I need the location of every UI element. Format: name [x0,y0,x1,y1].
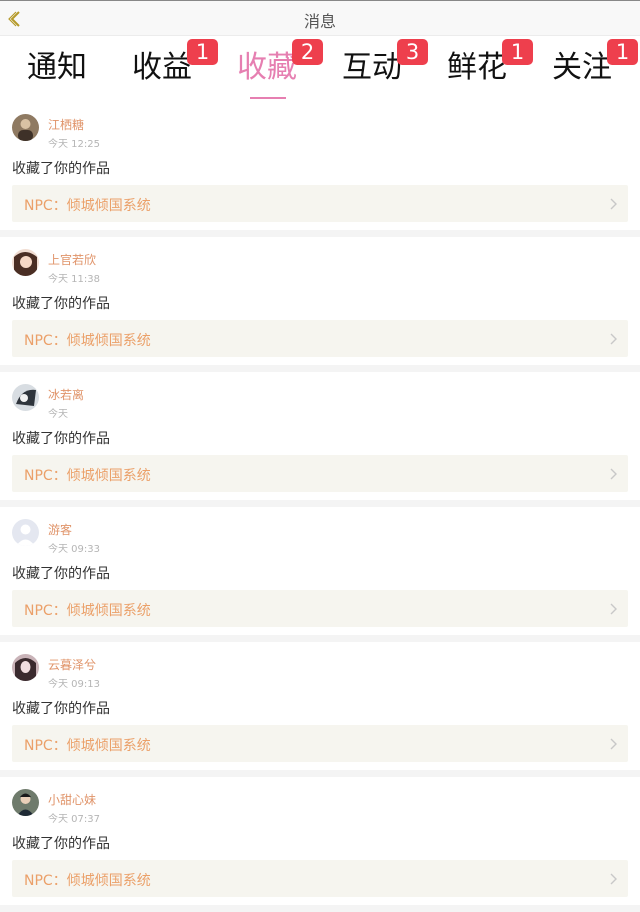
avatar[interactable] [12,384,39,411]
tab-notifications[interactable]: 通知 [4,49,110,87]
timestamp: 今天 07:37 [48,814,100,825]
tab-badge: 1 [607,39,638,65]
avatar[interactable] [12,789,39,816]
active-tab-indicator [250,97,286,99]
tab-label: 收益 [132,50,192,85]
action-text: 收藏了你的作品 [12,566,110,582]
tab-interactions[interactable]: 互动 3 [319,39,428,87]
timestamp: 今天 09:33 [48,544,100,555]
tab-label: 收藏 [237,50,297,85]
message-item: 上官若欣 今天 11:38 收藏了你的作品 NPC：倾城倾国系统 [0,237,640,372]
work-title: NPC：倾城倾国系统 [24,198,151,214]
chevron-right-icon [610,333,617,345]
tab-follows[interactable]: 关注 1 [529,39,638,87]
username[interactable]: 小甜心妹 [48,791,96,808]
chevron-right-icon [610,468,617,480]
action-text: 收藏了你的作品 [12,431,110,447]
tab-label: 互动 [342,50,402,85]
message-item: 江栖糖 今天 12:25 收藏了你的作品 NPC：倾城倾国系统 [0,102,640,237]
tab-label: 鲜花 [447,50,507,85]
username[interactable]: 游客 [48,521,72,538]
tab-label: 通知 [27,50,87,85]
avatar[interactable] [12,114,39,141]
work-link[interactable]: NPC：倾城倾国系统 [12,320,628,357]
chevron-right-icon [610,738,617,750]
username[interactable]: 上官若欣 [48,251,96,268]
chevron-right-icon [610,198,617,210]
username[interactable]: 江栖糖 [48,116,84,133]
work-link[interactable]: NPC：倾城倾国系统 [12,860,628,897]
work-link[interactable]: NPC：倾城倾国系统 [12,725,628,762]
avatar[interactable] [12,249,39,276]
message-item: 小甜心妹 今天 07:37 收藏了你的作品 NPC：倾城倾国系统 [0,777,640,912]
default-avatar-icon[interactable] [12,519,39,546]
tab-favorites[interactable]: 收藏 2 [214,39,323,87]
top-bar: 消息 [0,0,640,36]
tab-bar: 通知 收益 1 收藏 2 互动 3 鲜花 1 关注 1 [0,37,640,102]
avatar[interactable] [12,654,39,681]
tab-earnings[interactable]: 收益 1 [109,39,218,87]
message-item: 冰若离 今天 收藏了你的作品 NPC：倾城倾国系统 [0,372,640,507]
timestamp: 今天 11:38 [48,274,100,285]
chevron-right-icon [610,603,617,615]
chevron-right-icon [610,873,617,885]
work-title: NPC：倾城倾国系统 [24,873,151,889]
work-title: NPC：倾城倾国系统 [24,603,151,619]
work-title: NPC：倾城倾国系统 [24,738,151,754]
action-text: 收藏了你的作品 [12,836,110,852]
message-item: 云暮泽兮 今天 09:13 收藏了你的作品 NPC：倾城倾国系统 [0,642,640,777]
message-list: 江栖糖 今天 12:25 收藏了你的作品 NPC：倾城倾国系统 上官若欣 今天 … [0,102,640,912]
page-title: 消息 [303,12,336,31]
action-text: 收藏了你的作品 [12,701,110,717]
action-text: 收藏了你的作品 [12,161,110,177]
timestamp: 今天 12:25 [48,139,100,150]
work-link[interactable]: NPC：倾城倾国系统 [12,590,628,627]
timestamp: 今天 [48,409,68,420]
tab-label: 关注 [552,50,612,85]
tab-flowers[interactable]: 鲜花 1 [424,39,533,87]
username[interactable]: 云暮泽兮 [48,656,96,673]
timestamp: 今天 09:13 [48,679,100,690]
action-text: 收藏了你的作品 [12,296,110,312]
message-item: 游客 今天 09:33 收藏了你的作品 NPC：倾城倾国系统 [0,507,640,642]
work-title: NPC：倾城倾国系统 [24,333,151,349]
work-link[interactable]: NPC：倾城倾国系统 [12,455,628,492]
work-title: NPC：倾城倾国系统 [24,468,151,484]
work-link[interactable]: NPC：倾城倾国系统 [12,185,628,222]
username[interactable]: 冰若离 [48,386,84,403]
